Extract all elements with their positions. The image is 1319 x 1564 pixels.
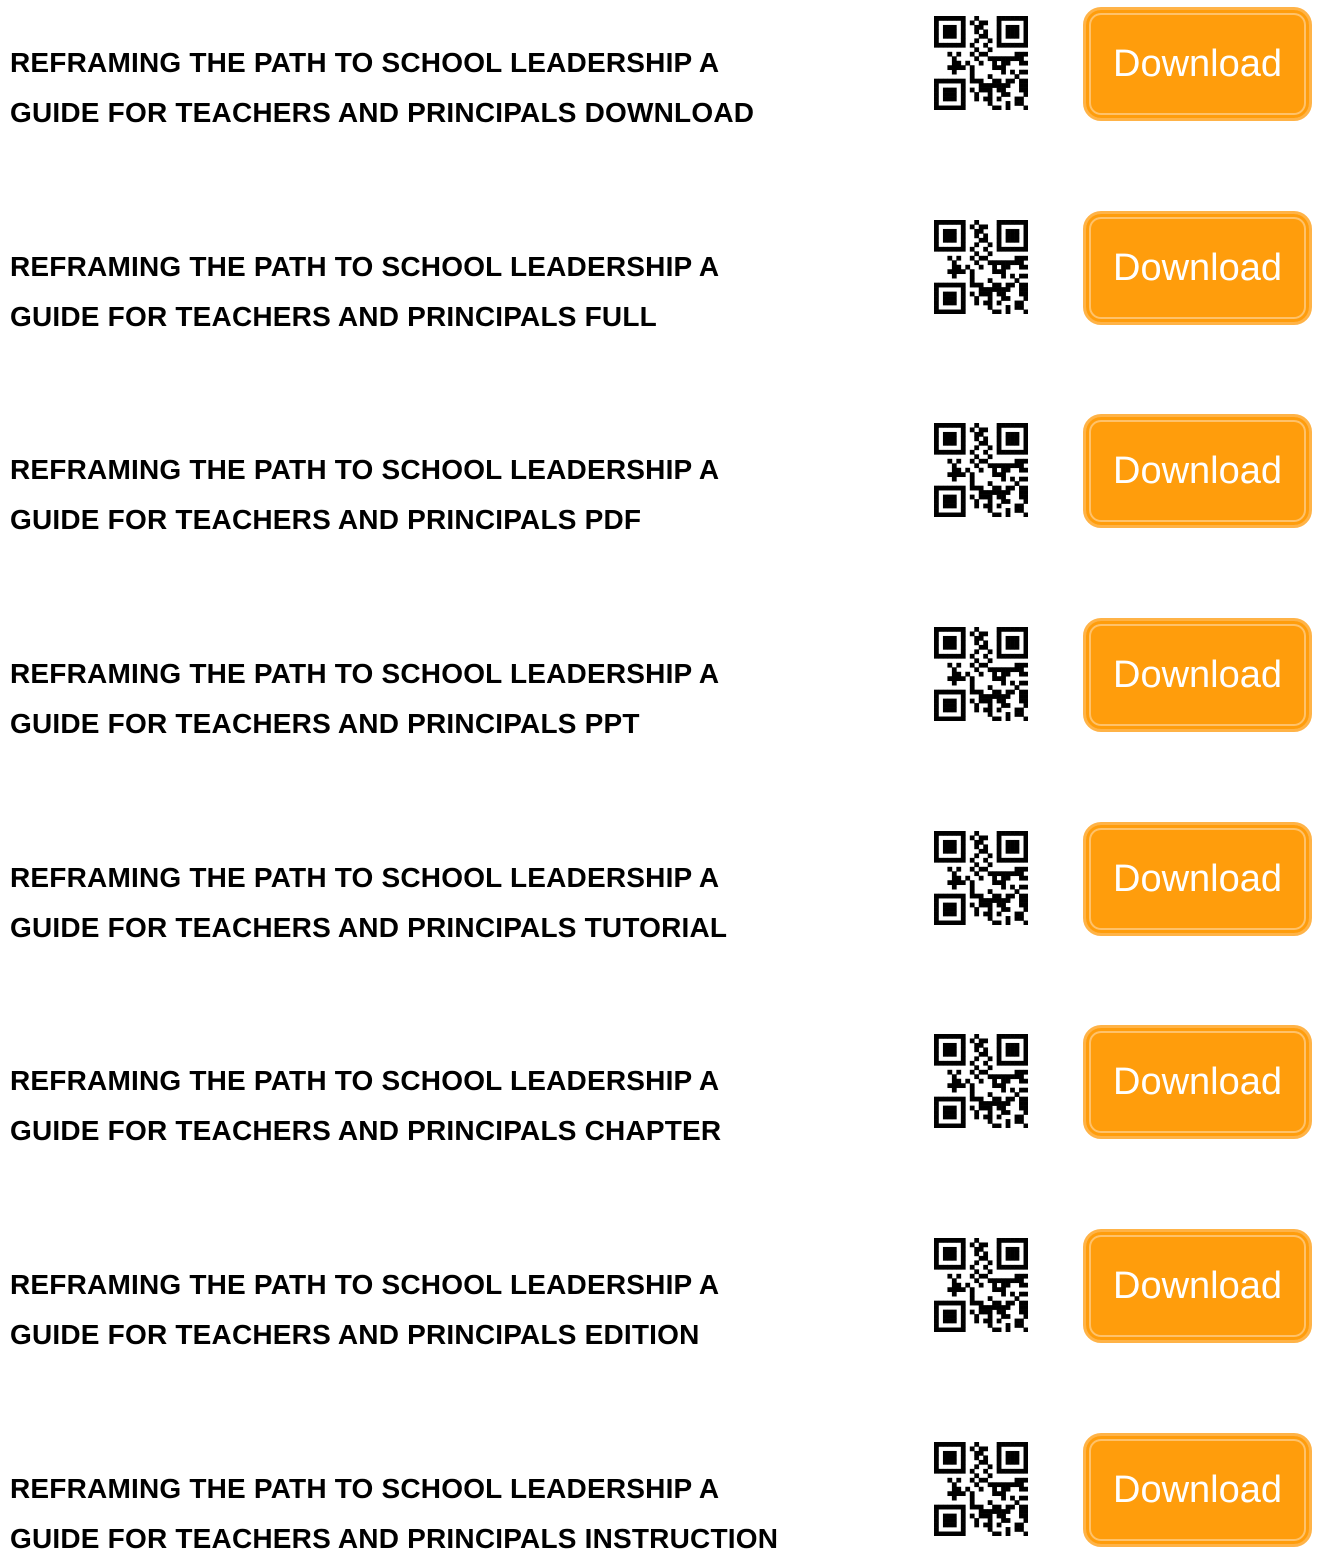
qr-code-icon — [934, 1442, 1028, 1536]
item-title: REFRAMING THE PATH TO SCHOOL LEADERSHIP … — [10, 1260, 900, 1360]
qr-code-icon — [934, 627, 1028, 721]
qr-code-icon — [934, 1034, 1028, 1128]
qr-code-icon — [934, 16, 1028, 110]
qr-code-icon — [934, 1238, 1028, 1332]
download-button[interactable]: Download — [1083, 618, 1312, 732]
item-title: REFRAMING THE PATH TO SCHOOL LEADERSHIP … — [10, 649, 900, 749]
download-button-label: Download — [1113, 246, 1282, 289]
item-title: REFRAMING THE PATH TO SCHOOL LEADERSHIP … — [10, 853, 900, 953]
download-button[interactable]: Download — [1083, 1025, 1312, 1139]
item-title-line2: GUIDE FOR TEACHERS AND PRINCIPALS PPT — [10, 708, 640, 739]
item-title-line2: GUIDE FOR TEACHERS AND PRINCIPALS PDF — [10, 504, 642, 535]
item-title: REFRAMING THE PATH TO SCHOOL LEADERSHIP … — [10, 1464, 900, 1564]
item-title: REFRAMING THE PATH TO SCHOOL LEADERSHIP … — [10, 445, 900, 545]
item-title: REFRAMING THE PATH TO SCHOOL LEADERSHIP … — [10, 242, 900, 342]
item-title-line1: REFRAMING THE PATH TO SCHOOL LEADERSHIP … — [10, 251, 720, 282]
qr-code-icon — [934, 220, 1028, 314]
qr-code-icon — [934, 831, 1028, 925]
list-item: REFRAMING THE PATH TO SCHOOL LEADERSHIP … — [0, 0, 1319, 128]
item-title-line2: GUIDE FOR TEACHERS AND PRINCIPALS INSTRU… — [10, 1523, 779, 1554]
list-item: REFRAMING THE PATH TO SCHOOL LEADERSHIP … — [0, 1018, 1319, 1146]
item-title-line1: REFRAMING THE PATH TO SCHOOL LEADERSHIP … — [10, 658, 720, 689]
download-button-label: Download — [1113, 1060, 1282, 1103]
download-button-label: Download — [1113, 1468, 1282, 1511]
download-button-label: Download — [1113, 42, 1282, 85]
item-title-line1: REFRAMING THE PATH TO SCHOOL LEADERSHIP … — [10, 862, 720, 893]
download-button[interactable]: Download — [1083, 1229, 1312, 1343]
item-title-line2: GUIDE FOR TEACHERS AND PRINCIPALS FULL — [10, 301, 657, 332]
item-title-line1: REFRAMING THE PATH TO SCHOOL LEADERSHIP … — [10, 454, 720, 485]
download-button-label: Download — [1113, 857, 1282, 900]
list-item: REFRAMING THE PATH TO SCHOOL LEADERSHIP … — [0, 407, 1319, 535]
download-button[interactable]: Download — [1083, 414, 1312, 528]
download-button[interactable]: Download — [1083, 1433, 1312, 1547]
item-title: REFRAMING THE PATH TO SCHOOL LEADERSHIP … — [10, 1056, 900, 1156]
list-item: REFRAMING THE PATH TO SCHOOL LEADERSHIP … — [0, 204, 1319, 332]
item-title-line1: REFRAMING THE PATH TO SCHOOL LEADERSHIP … — [10, 47, 720, 78]
item-title-line1: REFRAMING THE PATH TO SCHOOL LEADERSHIP … — [10, 1065, 720, 1096]
item-title-line2: GUIDE FOR TEACHERS AND PRINCIPALS EDITIO… — [10, 1319, 700, 1350]
list-item: REFRAMING THE PATH TO SCHOOL LEADERSHIP … — [0, 611, 1319, 739]
download-button[interactable]: Download — [1083, 7, 1312, 121]
download-button[interactable]: Download — [1083, 822, 1312, 936]
item-title-line2: GUIDE FOR TEACHERS AND PRINCIPALS DOWNLO… — [10, 97, 755, 128]
list-item: REFRAMING THE PATH TO SCHOOL LEADERSHIP … — [0, 1426, 1319, 1554]
item-title-line2: GUIDE FOR TEACHERS AND PRINCIPALS CHAPTE… — [10, 1115, 722, 1146]
list-item: REFRAMING THE PATH TO SCHOOL LEADERSHIP … — [0, 815, 1319, 943]
download-button-label: Download — [1113, 1264, 1282, 1307]
qr-code-icon — [934, 423, 1028, 517]
download-button[interactable]: Download — [1083, 211, 1312, 325]
item-title-line2: GUIDE FOR TEACHERS AND PRINCIPALS TUTORI… — [10, 912, 728, 943]
item-title-line1: REFRAMING THE PATH TO SCHOOL LEADERSHIP … — [10, 1269, 720, 1300]
item-title: REFRAMING THE PATH TO SCHOOL LEADERSHIP … — [10, 38, 900, 138]
item-title-line1: REFRAMING THE PATH TO SCHOOL LEADERSHIP … — [10, 1473, 720, 1504]
download-button-label: Download — [1113, 653, 1282, 696]
download-button-label: Download — [1113, 449, 1282, 492]
list-item: REFRAMING THE PATH TO SCHOOL LEADERSHIP … — [0, 1222, 1319, 1350]
